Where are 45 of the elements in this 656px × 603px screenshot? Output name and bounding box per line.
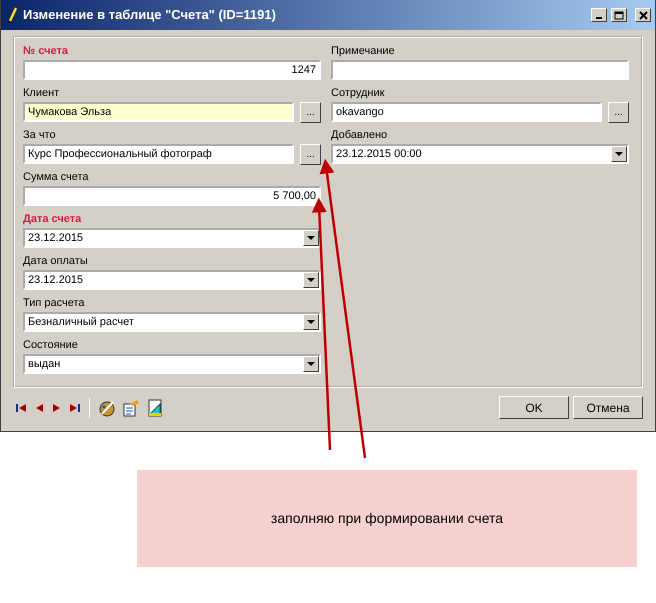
browse-button[interactable]: ... [608,102,629,123]
dropdown-arrow-icon[interactable] [307,320,315,324]
browse-button[interactable]: ... [300,144,321,165]
dropdown-field[interactable]: 23.12.2015 [23,228,321,248]
last-record-icon[interactable] [69,402,81,412]
field-label: Добавлено [331,128,388,143]
dropdown-arrow-icon[interactable] [307,236,315,240]
field-label: Сотрудник [331,86,386,101]
input-field[interactable] [331,60,629,80]
dialog-button[interactable]: OK [499,396,569,419]
field-label: Тип расчета [23,296,86,311]
field-label: № счета [23,44,70,59]
input-field[interactable]: Курс Профессиональный фотограф [23,144,294,164]
dropdown-field[interactable]: Безналичный расчет [23,312,321,332]
window-title: Изменение в таблице "Счета" (ID=1191) [23,6,277,24]
field-label: Сумма счета [23,170,90,185]
field-label: Дата счета [23,212,82,227]
dialog-button[interactable]: Отмена [573,396,643,419]
input-field[interactable]: Чумакова Эльза [23,102,294,122]
field-label: Клиент [23,86,60,101]
close-button[interactable] [635,8,651,22]
minimize-button[interactable] [591,8,607,22]
dropdown-field[interactable]: выдан [23,354,321,374]
dropdown-arrow-icon[interactable] [307,278,315,282]
document-icon[interactable] [122,398,140,416]
note-text: заполняю при формировании счета [270,509,504,528]
maximize-icon [614,10,624,20]
field-label: За что [23,128,57,143]
close-icon [638,10,648,20]
field-label: Дата оплаты [23,254,89,269]
input-field[interactable]: 1247 [23,60,321,80]
input-field[interactable]: 5 700,00 [23,186,321,206]
ruler-document-icon[interactable] [146,398,164,416]
dropdown-arrow-icon[interactable] [615,152,623,156]
browse-button[interactable]: ... [300,102,321,123]
field-label: Состояние [23,338,79,353]
pencil-icon [7,7,19,23]
dropdown-field[interactable]: 23.12.2015 00:00 [331,144,629,164]
maximize-button[interactable] [611,8,627,22]
dropdown-field[interactable]: 23.12.2015 [23,270,321,290]
dropdown-arrow-icon[interactable] [307,362,315,366]
first-record-icon[interactable] [15,402,27,412]
field-label: Примечание [331,44,396,59]
input-field[interactable]: okavango [331,102,602,122]
palette-icon[interactable] [98,398,116,416]
